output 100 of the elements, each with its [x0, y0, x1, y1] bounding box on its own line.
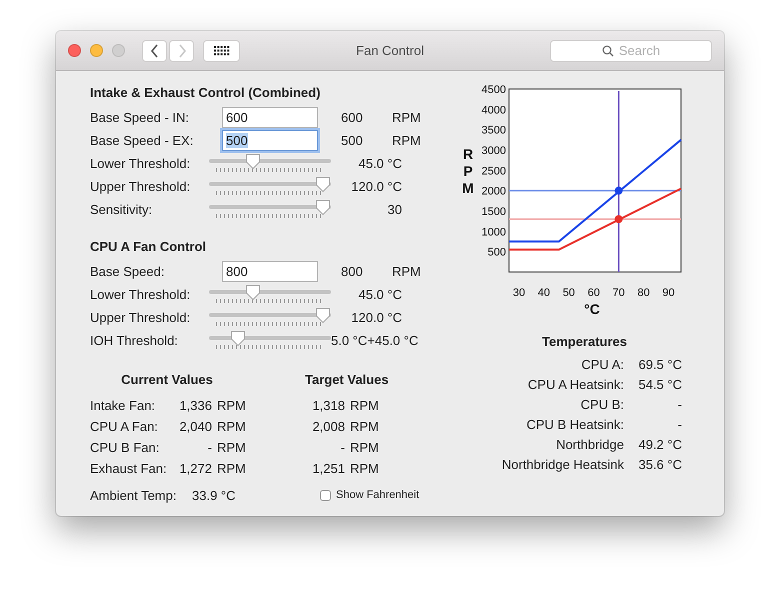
slider-thumb[interactable] — [315, 176, 331, 192]
minimize-button[interactable] — [90, 44, 103, 57]
sensor-temperature: 69.5 °C — [637, 357, 682, 372]
sensor-label: CPU A: — [580, 357, 624, 372]
data-point — [614, 215, 623, 224]
tick-label: 80 — [637, 287, 650, 299]
slider-reading: 120.0 °C — [350, 310, 402, 325]
tick-label: 30 — [512, 287, 526, 299]
input-field[interactable]: 800 — [222, 261, 318, 282]
fan-speed: 1,272 — [178, 461, 212, 476]
window-title: Fan Control — [355, 43, 425, 58]
tick-label: 90 — [662, 287, 675, 299]
sensor-temperature: - — [676, 397, 682, 412]
speed-reading: 600 — [341, 110, 364, 125]
target-speed: 1,251 — [311, 461, 345, 476]
field-label: Lower Threshold: — [90, 287, 192, 302]
slider[interactable] — [209, 284, 331, 304]
slider[interactable] — [209, 200, 331, 220]
close-button[interactable] — [68, 44, 81, 57]
tick-label: 1500 — [482, 206, 506, 218]
sensor-label: CPU A Heatsink: — [526, 377, 624, 392]
tick-label: 4000 — [482, 104, 506, 116]
slider-reading: 120.0 °C — [350, 179, 402, 194]
input-field[interactable]: 500 — [222, 130, 318, 151]
back-button[interactable] — [142, 40, 167, 62]
speed-reading: 800 — [341, 264, 364, 279]
unit-label: RPM — [350, 440, 379, 455]
ambient-label: Ambient Temp: — [90, 488, 178, 502]
field-label: Base Speed: — [90, 264, 166, 279]
slider-reading: 45.0 °C — [357, 287, 402, 302]
tick-label: 3500 — [482, 124, 506, 137]
axis-label: RPM — [462, 146, 474, 196]
column-heading: Target Values — [305, 371, 389, 389]
chevron-icon — [176, 44, 186, 58]
unit-label: RPM — [217, 461, 246, 476]
fan-label: CPU A Fan: — [90, 419, 159, 434]
field-label: Upper Threshold: — [90, 310, 192, 325]
unit-label: RPM — [350, 419, 379, 434]
field-label: Base Speed - EX: — [90, 133, 194, 148]
slider-thumb[interactable] — [315, 198, 331, 216]
sensor-label: Northbridge Heatsink — [500, 457, 624, 472]
tick-label: 40 — [538, 287, 550, 299]
unit-label: RPM — [217, 419, 246, 434]
data-point — [614, 186, 623, 195]
slider-thumb[interactable] — [245, 152, 262, 170]
slider-reading: 30 — [386, 202, 402, 217]
section-heading: CPU A Fan Control — [90, 238, 208, 256]
tick-label: 2500 — [482, 165, 506, 178]
sensor-label: CPU B Heatsink: — [525, 417, 624, 432]
tick-label: 3000 — [482, 145, 506, 157]
slider[interactable] — [209, 154, 331, 174]
sensor-temperature: - — [676, 417, 682, 432]
field-label: Base Speed - IN: — [90, 110, 190, 125]
chevron-icon — [150, 44, 160, 58]
fan-speed: 1,336 — [178, 398, 212, 413]
fan-label: Intake Fan: — [90, 398, 156, 413]
section-heading: Intake & Exhaust Control (Combined) — [90, 84, 322, 102]
field-label: Sensitivity: — [90, 202, 154, 217]
unit-label: RPM — [392, 133, 421, 148]
speed-reading: 500 — [341, 133, 364, 148]
input-field[interactable]: 600 — [222, 107, 318, 128]
unit-label: RPM — [392, 110, 421, 125]
ambient-temperature: 33.9 °C — [192, 488, 237, 502]
slider-reading: 45.0 °C — [357, 156, 402, 171]
checkbox-label: Show Fahrenheit — [336, 489, 420, 501]
section-heading: Temperatures — [542, 333, 628, 351]
fan-label: CPU B Fan: — [90, 440, 160, 455]
sensor-label: CPU B: — [580, 397, 624, 412]
fan-speed: - — [206, 440, 212, 455]
field-label: Lower Threshold: — [90, 156, 192, 171]
unit-label: RPM — [217, 440, 246, 455]
unit-label: RPM — [392, 264, 421, 279]
slider-thumb[interactable] — [245, 284, 262, 300]
tick-label: 2000 — [482, 186, 506, 198]
sensor-temperature: 49.2 °C — [637, 437, 682, 452]
fan-speed: 2,040 — [178, 419, 212, 434]
target-speed: 1,318 — [311, 398, 345, 413]
target-speed: - — [340, 440, 345, 455]
slider[interactable] — [209, 330, 331, 350]
slider[interactable] — [209, 176, 331, 196]
fan-label: Exhaust Fan: — [90, 461, 168, 476]
tick-label: 4500 — [482, 84, 506, 96]
sensor-temperature: 54.5 °C — [637, 377, 682, 392]
tick-label: 50 — [562, 287, 575, 299]
axis-label: °C — [584, 301, 600, 317]
search-icon — [602, 44, 614, 56]
field-label: IOH Threshold: — [90, 333, 179, 348]
checkbox[interactable] — [320, 490, 331, 500]
sensor-label: Northbridge — [555, 437, 624, 452]
field-label: Upper Threshold: — [90, 179, 192, 194]
tick-label: 1000 — [482, 226, 506, 238]
slider-reading: 5.0 °C+45.0 °C — [331, 333, 418, 348]
slider-thumb[interactable] — [315, 306, 331, 324]
slider-thumb[interactable] — [230, 330, 246, 346]
grid-icon — [214, 46, 230, 56]
slider[interactable] — [209, 308, 331, 328]
column-heading: Current Values — [120, 371, 214, 389]
grid-view-button[interactable] — [203, 40, 240, 62]
tick-label: 70 — [612, 287, 625, 299]
target-speed: 2,008 — [311, 419, 345, 434]
